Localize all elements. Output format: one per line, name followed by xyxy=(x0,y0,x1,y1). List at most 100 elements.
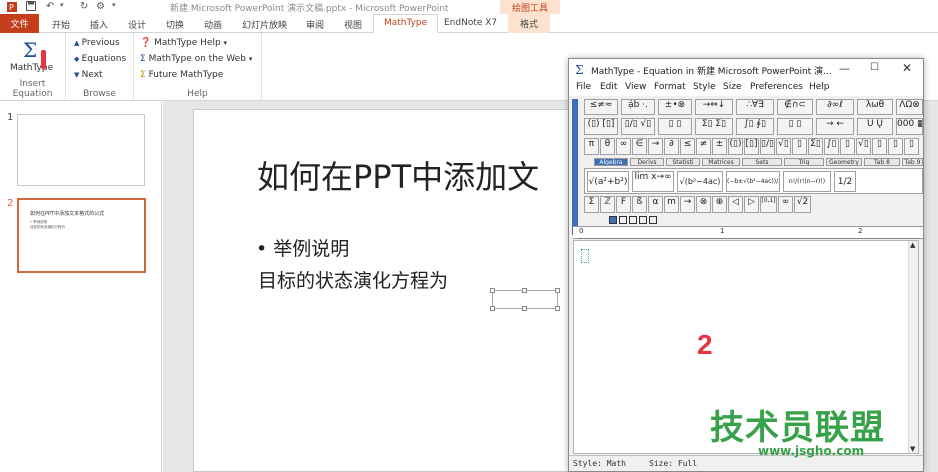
small-bar-theta[interactable]: θ xyxy=(600,138,615,155)
resize-handle[interactable] xyxy=(555,288,560,293)
minimize-icon[interactable]: — xyxy=(839,62,850,75)
resize-handle[interactable] xyxy=(490,306,495,311)
tab-bar-left-tri[interactable]: ◁ xyxy=(728,196,743,213)
fence-templates-palette[interactable]: (▯) [▯] xyxy=(584,118,618,135)
mini-tab-2[interactable] xyxy=(619,216,627,224)
menu-edit[interactable]: Edit xyxy=(600,82,617,92)
toolbar-grip[interactable] xyxy=(572,99,578,235)
tab-view[interactable]: 视图 xyxy=(336,16,370,33)
tab-format[interactable]: 格式 xyxy=(508,14,551,33)
logical-symbols-palette[interactable]: ∴∀∃ xyxy=(736,99,774,115)
next-button[interactable]: ▼ Next xyxy=(74,70,103,80)
qat-dropdown-icon[interactable]: ▾ xyxy=(112,1,116,9)
menu-style[interactable]: Style xyxy=(693,82,716,92)
small-bar-neq[interactable]: ≠ xyxy=(696,138,711,155)
ruler[interactable]: 0 1 2 xyxy=(573,226,923,239)
slide-thumbnail-2[interactable]: 如何在PPT中添加文本格式的公式 • 举例说明 目标的状态演化方程为 xyxy=(17,198,146,273)
tab-8[interactable]: Tab 8 xyxy=(864,158,900,166)
products-set-palette[interactable]: Ū Ų xyxy=(857,118,893,135)
small-bar-integral[interactable]: ∫▯ xyxy=(824,138,839,155)
small-bar-brackets[interactable]: [▯] xyxy=(744,138,759,155)
equation-placeholder-frame[interactable] xyxy=(490,288,560,311)
resize-handle[interactable] xyxy=(490,288,495,293)
tab-algebra[interactable]: Algebra xyxy=(594,158,628,166)
template-combination[interactable]: n!/(r!(n−r)!) xyxy=(783,171,831,192)
tab-bar-interval[interactable]: [0,1] xyxy=(760,196,777,213)
template-limit[interactable]: lim x→∞ xyxy=(632,171,674,192)
tab-home[interactable]: 开始 xyxy=(44,16,78,33)
mathtype-button[interactable]: MathType xyxy=(10,63,53,73)
integral-palette[interactable]: ∫▯ ∮▯ xyxy=(736,118,774,135)
misc-symbols-palette[interactable]: ∂∞ℓ xyxy=(816,99,854,115)
tab-bar-alpha[interactable]: α xyxy=(648,196,663,213)
small-bar-matrix-3[interactable]: ▯ xyxy=(904,138,919,155)
small-bar-sqrt[interactable]: √▯ xyxy=(776,138,791,155)
mini-tab-4[interactable] xyxy=(639,216,647,224)
small-bar-arrow[interactable]: → xyxy=(648,138,663,155)
redo-icon[interactable]: ↻ xyxy=(80,1,88,12)
fraction-radical-palette[interactable]: ▯/▯ √▯ xyxy=(621,118,655,135)
resize-handle[interactable] xyxy=(522,306,527,311)
small-bar-fraction[interactable]: ▯/▯ xyxy=(760,138,775,155)
undo-icon[interactable]: ↶ xyxy=(46,1,54,12)
matrix-palette[interactable]: 000 ▦ xyxy=(896,118,923,135)
tab-insert[interactable]: 插入 xyxy=(82,16,116,33)
small-bar-plusminus[interactable]: ± xyxy=(712,138,727,155)
set-theory-palette[interactable]: ∉∩⊂ xyxy=(777,99,813,115)
mini-tab-5[interactable] xyxy=(649,216,657,224)
small-bar-matrix-1[interactable]: ▯ xyxy=(872,138,887,155)
scroll-down-icon[interactable]: ▼ xyxy=(910,445,915,453)
menu-size[interactable]: Size xyxy=(723,82,741,92)
summation-palette[interactable]: Σ▯ Σ▯ xyxy=(695,118,733,135)
tab-bar-infinity[interactable]: ∞ xyxy=(778,196,793,213)
mathtype-sigma-icon[interactable]: Σ xyxy=(23,38,37,62)
subscript-palette[interactable]: ▯ ▯ xyxy=(658,118,692,135)
resize-handle[interactable] xyxy=(522,288,527,293)
tab-mathtype[interactable]: MathType xyxy=(373,14,439,33)
slide-body-line[interactable]: 目标的状态演化方程为 xyxy=(258,266,448,293)
slide-title[interactable]: 如何在PPT中添加文 xyxy=(257,152,539,198)
small-bar-parens[interactable]: (▯) xyxy=(728,138,743,155)
tab-derivs[interactable]: Derivs xyxy=(630,158,664,166)
resize-handle[interactable] xyxy=(555,306,560,311)
small-bar-element-of[interactable]: ∈ xyxy=(632,138,647,155)
equations-button[interactable]: ◆ Equations xyxy=(74,54,126,64)
small-bar-overbar[interactable]: ▯ xyxy=(840,138,855,155)
close-icon[interactable]: ✕ xyxy=(902,61,912,75)
template-half[interactable]: 1/2 xyxy=(834,171,856,192)
save-icon[interactable] xyxy=(26,1,36,14)
tab-bar-otimes[interactable]: ⊗ xyxy=(696,196,711,213)
small-bar-matrix-2[interactable]: ▯ xyxy=(888,138,903,155)
menu-format[interactable]: Format xyxy=(654,82,686,92)
tab-sets[interactable]: Sets xyxy=(742,158,782,166)
small-bar-nth-root[interactable]: √▯ xyxy=(856,138,871,155)
tab-bar-f[interactable]: F xyxy=(616,196,631,213)
menu-help[interactable]: Help xyxy=(809,82,830,92)
small-bar-leq[interactable]: ≤ xyxy=(680,138,695,155)
tab-transitions[interactable]: 切换 xyxy=(158,16,192,33)
tab-animations[interactable]: 动画 xyxy=(196,16,230,33)
slide-bullet[interactable]: • 举例说明 xyxy=(256,234,349,261)
menu-preferences[interactable]: Preferences xyxy=(750,82,803,92)
template-discriminant[interactable]: √(b²−4ac) xyxy=(677,171,723,192)
tab-review[interactable]: 审阅 xyxy=(298,16,332,33)
tab-trig[interactable]: Trig xyxy=(784,158,824,166)
small-bar-pi[interactable]: π xyxy=(584,138,599,155)
mini-tab-3[interactable] xyxy=(629,216,637,224)
small-bar-partial[interactable]: ∂ xyxy=(664,138,679,155)
small-bar-superscript[interactable]: ▯ xyxy=(792,138,807,155)
tab-9[interactable]: Tab 9 xyxy=(902,158,923,166)
vertical-scrollbar[interactable]: ▲ ▼ xyxy=(908,241,918,453)
tab-bar-right-tri[interactable]: ▷ xyxy=(744,196,759,213)
tab-endnote[interactable]: EndNote X7 xyxy=(436,16,505,33)
tab-design[interactable]: 设计 xyxy=(120,16,154,33)
template-pythagorean[interactable]: √(a²+b²) xyxy=(587,171,629,192)
scroll-up-icon[interactable]: ▲ xyxy=(910,241,915,249)
tab-bar-sigma[interactable]: Σ xyxy=(584,196,599,213)
tab-bar-sqrt2[interactable]: √2 xyxy=(794,196,811,213)
mini-tab-1[interactable] xyxy=(609,216,617,224)
tab-file[interactable]: 文件 xyxy=(0,14,39,33)
menu-file[interactable]: File xyxy=(576,82,591,92)
mathtype-help-button[interactable]: ❓ MathType Help ▾ xyxy=(140,38,227,48)
labeled-arrow-palette[interactable]: → ← xyxy=(816,118,854,135)
